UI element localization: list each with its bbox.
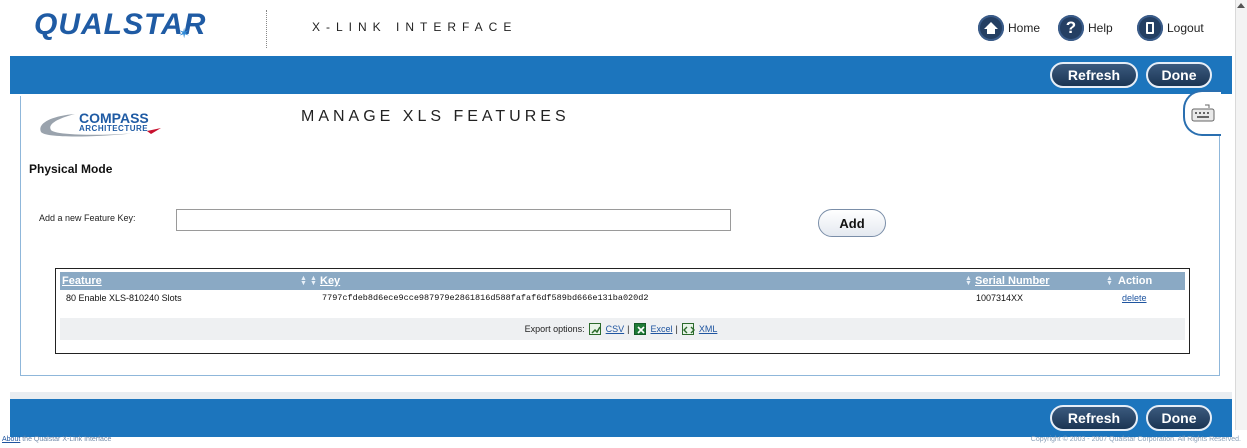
xml-icon[interactable] bbox=[681, 323, 695, 335]
scroll-up-icon[interactable] bbox=[1237, 3, 1245, 8]
csv-icon[interactable] bbox=[588, 323, 601, 335]
logout-icon bbox=[1137, 15, 1163, 41]
bottom-toolbar: Refresh Done bbox=[10, 399, 1232, 437]
cell-feature: 80 Enable XLS-810240 Slots bbox=[66, 293, 182, 303]
refresh-button[interactable]: Refresh bbox=[1050, 405, 1138, 431]
table-row: 80 Enable XLS-810240 Slots 7797cfdeb8d6e… bbox=[60, 290, 1185, 306]
done-button[interactable]: Done bbox=[1146, 62, 1212, 88]
column-header-feature[interactable]: Feature bbox=[62, 272, 102, 290]
top-toolbar: Refresh Done bbox=[10, 56, 1232, 94]
help-link[interactable]: ? Help bbox=[1058, 14, 1113, 42]
panel-bottom-strip bbox=[10, 392, 1232, 399]
export-options: Export options: CSV | Excel | XML bbox=[60, 318, 1185, 340]
help-label: Help bbox=[1088, 21, 1113, 35]
home-link[interactable]: Home bbox=[978, 14, 1040, 42]
done-button[interactable]: Done bbox=[1146, 405, 1212, 431]
table-header: Feature ▲ ▼ ▲ ▼ Key ▲ ▼ Serial Number ▲ ▼ Ac… bbox=[60, 272, 1185, 290]
sort-icon[interactable]: ▲ ▼ bbox=[1106, 275, 1114, 287]
cell-key: 7797cfdeb8d6ece9cce987979e2861816d588faf… bbox=[322, 293, 649, 303]
column-header-action: Action bbox=[1118, 275, 1153, 287]
add-button[interactable]: Add bbox=[818, 209, 886, 237]
column-header-serial[interactable]: Serial Number bbox=[975, 272, 1050, 290]
top-header: QUALSTAR ✶ X-LINK INTERFACE Home ? Help … bbox=[10, 0, 1232, 55]
excel-icon[interactable] bbox=[633, 323, 646, 335]
export-separator: | bbox=[675, 324, 678, 334]
home-label: Home bbox=[1008, 21, 1041, 35]
logo-star-icon: ✶ bbox=[178, 25, 190, 41]
compass-architecture-logo: COMPASS ARCHITECTURE bbox=[35, 106, 185, 140]
app-title: X-LINK INTERFACE bbox=[312, 20, 518, 34]
vertical-scrollbar[interactable] bbox=[1235, 0, 1247, 430]
sort-icon[interactable]: ▲ ▼ bbox=[965, 275, 973, 287]
logout-link[interactable]: Logout bbox=[1137, 14, 1204, 42]
compass-subtitle: ARCHITECTURE bbox=[79, 124, 149, 133]
about-text: the Qualstar X-Link Interface bbox=[20, 436, 112, 443]
refresh-button[interactable]: Refresh bbox=[1050, 62, 1138, 88]
about-link[interactable]: About bbox=[2, 436, 20, 443]
cell-serial: 1007314XX bbox=[976, 293, 1024, 303]
export-excel-link[interactable]: Excel bbox=[651, 324, 673, 334]
column-header-key[interactable]: Key bbox=[320, 272, 340, 290]
logout-label: Logout bbox=[1167, 21, 1204, 35]
main-panel: COMPASS ARCHITECTURE MANAGE XLS FEATURES… bbox=[20, 90, 1221, 376]
footer-copyright: Copyright © 2003 - 2007 Qualstar Corpora… bbox=[1030, 436, 1241, 443]
help-icon: ? bbox=[1058, 15, 1084, 41]
footer-about: About the Qualstar X-Link Interface bbox=[2, 436, 111, 443]
features-table: Feature ▲ ▼ ▲ ▼ Key ▲ ▼ Serial Number ▲ ▼ Ac… bbox=[55, 268, 1190, 354]
export-separator: | bbox=[627, 324, 630, 334]
keyboard-icon bbox=[1191, 104, 1215, 122]
export-label: Export options: bbox=[524, 324, 585, 334]
qualstar-logo[interactable]: QUALSTAR ✶ bbox=[34, 8, 205, 44]
home-icon bbox=[978, 15, 1004, 41]
page-title: MANAGE XLS FEATURES bbox=[301, 108, 570, 125]
header-divider bbox=[266, 10, 267, 48]
feature-key-label: Add a new Feature Key: bbox=[39, 213, 136, 223]
feature-key-input[interactable] bbox=[176, 209, 731, 231]
delete-link[interactable]: delete bbox=[1122, 293, 1147, 303]
sort-icon[interactable]: ▲ ▼ bbox=[310, 275, 318, 287]
sort-icon[interactable]: ▲ ▼ bbox=[300, 275, 308, 287]
app-window: QUALSTAR ✶ X-LINK INTERFACE Home ? Help … bbox=[0, 0, 1247, 448]
export-csv-link[interactable]: CSV bbox=[606, 324, 625, 334]
section-title: Physical Mode bbox=[29, 162, 113, 176]
export-xml-link[interactable]: XML bbox=[699, 324, 718, 334]
keyboard-toggle[interactable] bbox=[1183, 90, 1221, 136]
